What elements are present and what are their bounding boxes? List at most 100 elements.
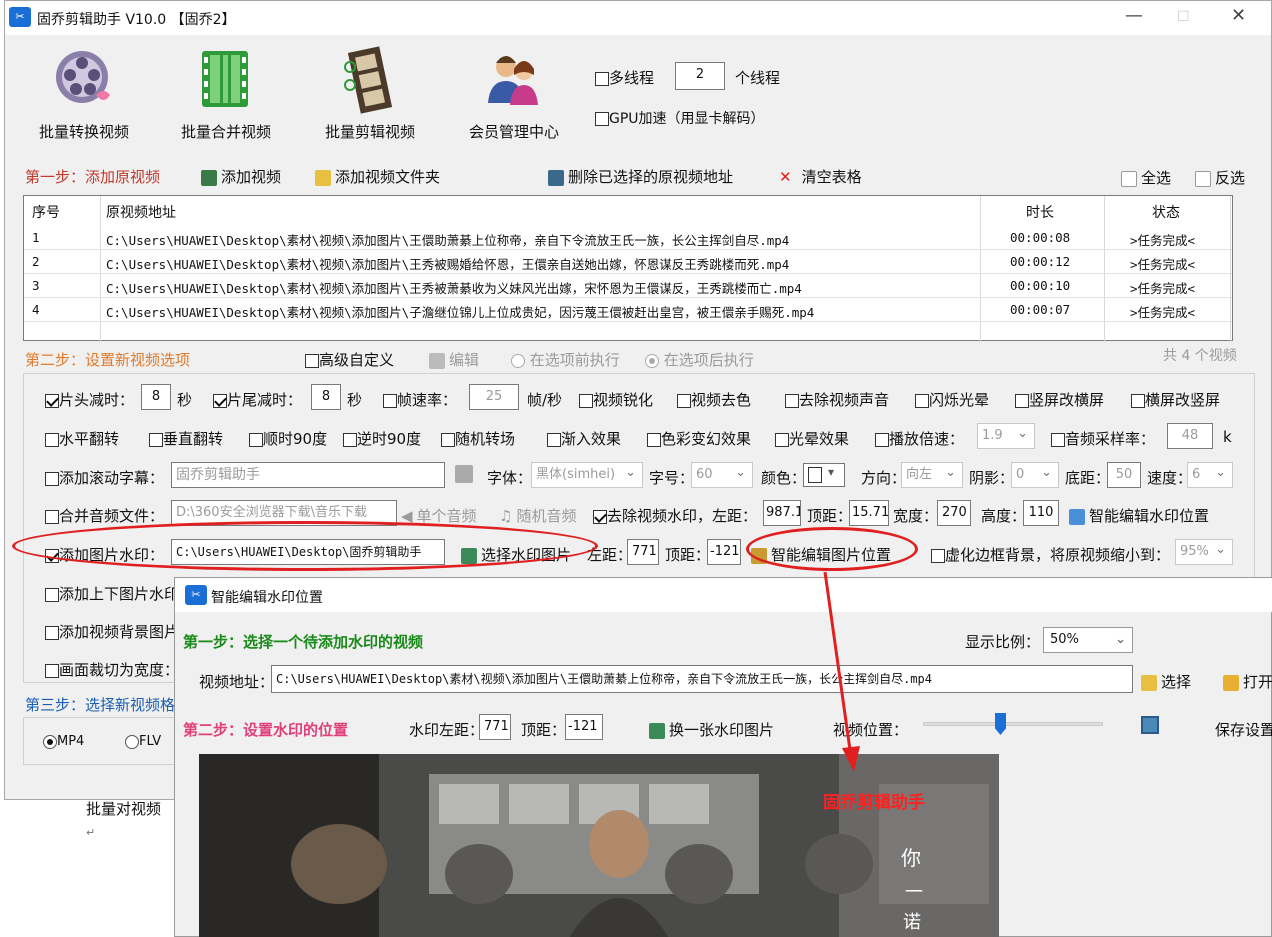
sample-checkbox[interactable] (1051, 432, 1065, 447)
v2h-option[interactable]: 竖屏改横屏 (1015, 389, 1104, 410)
speed-checkbox[interactable] (875, 432, 889, 447)
mp4-radio[interactable] (43, 734, 57, 749)
tail-cut-input[interactable]: 8 (311, 384, 341, 410)
tail-cut-option[interactable]: 片尾减时： (213, 389, 302, 410)
fade-option[interactable]: 渐入效果 (547, 428, 621, 449)
decolor-checkbox[interactable] (677, 393, 691, 408)
wm-width-input[interactable]: 270 (937, 500, 971, 526)
head-cut-input[interactable]: 8 (141, 384, 171, 410)
dialog-open-button[interactable]: 打开 (1223, 671, 1272, 692)
multithread-option[interactable]: 多线程 (595, 67, 654, 88)
exec-after-radio[interactable] (645, 353, 659, 368)
blur-border-checkbox[interactable] (931, 548, 945, 563)
mute-option[interactable]: 去除视频声音 (785, 389, 889, 410)
col-header-duration[interactable]: 时长 (1026, 202, 1054, 222)
wm-left-input[interactable]: 987.1 (763, 500, 801, 526)
flash-checkbox[interactable] (915, 393, 929, 408)
remove-wm-checkbox[interactable] (593, 509, 607, 524)
crop-option[interactable]: 画面裁切为宽度： (45, 659, 179, 680)
flash-option[interactable]: 闪烁光晕 (915, 389, 989, 410)
advanced-option[interactable]: 高级自定义 (305, 349, 394, 370)
random-trans-option[interactable]: 随机转场 (441, 428, 515, 449)
ratio-select[interactable]: 50% ⌄ (1043, 627, 1133, 653)
add-updown-checkbox[interactable] (45, 587, 59, 602)
speed-select[interactable]: 1.9 (977, 422, 1035, 449)
speed2-select[interactable]: 6 (1187, 461, 1233, 488)
fps-input[interactable]: 25 (469, 384, 519, 410)
batch-merge-button[interactable]: 批量合并视频 (161, 45, 291, 141)
dialog-wm-left-input[interactable]: 771 (479, 714, 511, 740)
size-select[interactable]: 60 (691, 461, 753, 488)
minimize-button[interactable]: — (1125, 5, 1143, 26)
thread-count-input[interactable]: 2 (675, 62, 725, 90)
scroll-sub-checkbox[interactable] (45, 471, 59, 486)
save-settings-button[interactable]: 保存设置 (1215, 719, 1272, 740)
add-video-button[interactable]: 添加视频 (201, 166, 281, 187)
member-center-button[interactable]: 会员管理中心 (449, 45, 579, 141)
gpu-checkbox[interactable] (595, 112, 609, 126)
shadow-select[interactable]: 0 (1011, 461, 1059, 488)
wm-top-input[interactable]: 15.71 (849, 500, 889, 526)
scroll-sub-input[interactable]: 固乔剪辑助手 (171, 462, 445, 488)
crop-checkbox[interactable] (45, 663, 59, 678)
maximize-button[interactable]: ☐ (1177, 9, 1190, 25)
batch-convert-button[interactable]: 批量转换视频 (19, 45, 149, 141)
exec-after-option[interactable]: 在选项后执行 (645, 349, 754, 370)
save-disk-icon[interactable] (1141, 716, 1159, 734)
format-mp4-option[interactable]: MP4 (43, 734, 84, 749)
flv-radio[interactable] (125, 734, 139, 749)
remove-wm-option[interactable]: 去除视频水印，左距： (593, 505, 757, 526)
sample-input[interactable]: 48 (1167, 423, 1213, 449)
format-flv-option[interactable]: FLV (125, 734, 161, 749)
add-bg-checkbox[interactable] (45, 625, 59, 640)
halo-option[interactable]: 光晕效果 (775, 428, 849, 449)
hflip-checkbox[interactable] (45, 432, 59, 447)
vflip-option[interactable]: 垂直翻转 (149, 428, 223, 449)
font-select[interactable]: 黑体(simhei) (531, 461, 643, 488)
random-trans-checkbox[interactable] (441, 432, 455, 447)
bottom-input[interactable]: 50 (1107, 462, 1141, 488)
blur-border-option[interactable]: 虚化边框背景，将原视频缩小到： (931, 544, 1170, 565)
random-audio-button[interactable]: ♫ 随机音频 (499, 505, 576, 526)
slider-thumb[interactable] (995, 713, 1006, 735)
tail-cut-checkbox[interactable] (213, 393, 227, 408)
exec-before-option[interactable]: 在选项前执行 (511, 349, 620, 370)
sharpen-checkbox[interactable] (579, 393, 593, 408)
dialog-wm-top-input[interactable]: -121 (565, 714, 603, 740)
change-img-button[interactable]: 换一张水印图片 (649, 719, 774, 740)
mute-checkbox[interactable] (785, 393, 799, 408)
col-header-path[interactable]: 原视频地址 (106, 202, 176, 222)
color-fx-checkbox[interactable] (647, 432, 661, 447)
dialog-path-input[interactable]: C:\Users\HUAWEI\Desktop\素材\视频\添加图片\王儇助萧綦… (271, 665, 1133, 693)
rot-ccw-option[interactable]: 逆时90度 (343, 428, 421, 449)
fade-checkbox[interactable] (547, 432, 561, 447)
wm-height-input[interactable]: 110 (1023, 500, 1059, 526)
sample-option[interactable]: 音频采样率： (1051, 428, 1155, 449)
advanced-checkbox[interactable] (305, 353, 319, 368)
close-button[interactable]: ✕ (1231, 5, 1246, 26)
edit-button[interactable]: 编辑 (429, 349, 479, 370)
rot-ccw-checkbox[interactable] (343, 432, 357, 447)
dialog-choose-button[interactable]: 选择 (1141, 671, 1191, 692)
color-picker[interactable]: ▾ (803, 463, 845, 487)
v2h-checkbox[interactable] (1015, 393, 1029, 408)
h2v-checkbox[interactable] (1131, 393, 1145, 408)
direction-select[interactable]: 向左 (901, 461, 963, 488)
hflip-option[interactable]: 水平翻转 (45, 428, 119, 449)
merge-audio-checkbox[interactable] (45, 509, 59, 524)
blur-select[interactable]: 95% (1175, 538, 1233, 565)
video-preview[interactable]: 固乔剪辑助手 你 一 诺 (199, 754, 999, 937)
video-table[interactable]: 序号 原视频地址 时长 状态 1 C:\Users\HUAWEI\Desktop… (23, 195, 1233, 342)
h2v-option[interactable]: 横屏改竖屏 (1131, 389, 1220, 410)
delete-selected-button[interactable]: 删除已选择的原视频地址 (548, 166, 733, 187)
text-edit-icon[interactable] (455, 465, 473, 483)
col-header-status[interactable]: 状态 (1152, 202, 1180, 222)
gpu-option[interactable]: GPU加速（用显卡解码） (595, 108, 765, 128)
sharpen-option[interactable]: 视频锐化 (579, 389, 653, 410)
add-bg-option[interactable]: 添加视频背景图片 (45, 621, 179, 642)
col-header-index[interactable]: 序号 (32, 202, 60, 222)
img-top-input[interactable]: -121 (707, 539, 741, 565)
img-left-input[interactable]: 771 (627, 539, 659, 565)
merge-audio-option[interactable]: 合并音频文件： (45, 505, 164, 526)
multithread-checkbox[interactable] (595, 71, 609, 86)
